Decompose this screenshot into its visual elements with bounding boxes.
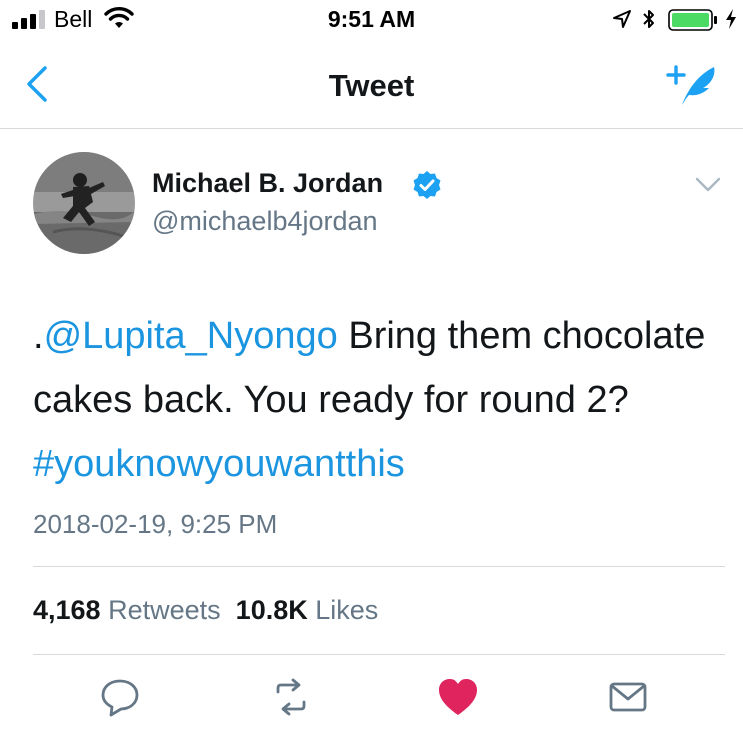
- likes-label: Likes: [315, 595, 379, 625]
- author-handle[interactable]: @michaelb4jordan: [152, 206, 378, 237]
- tweet-actions: [0, 674, 743, 724]
- charging-icon: [726, 9, 736, 29]
- avatar[interactable]: [33, 152, 135, 254]
- reply-icon[interactable]: [97, 674, 143, 720]
- retweets-label: Retweets: [108, 595, 221, 625]
- divider: [33, 654, 725, 655]
- location-icon: [613, 10, 631, 28]
- verified-badge-icon: [413, 171, 441, 199]
- chevron-down-icon[interactable]: [694, 176, 722, 194]
- retweets-count: 4,168: [33, 595, 101, 625]
- battery-icon: [668, 9, 717, 31]
- retweet-icon[interactable]: [268, 674, 314, 720]
- status-bar: Bell 9:51 AM: [0, 0, 743, 40]
- likes-count: 10.8K: [235, 595, 308, 625]
- likes-stat[interactable]: 10.8K Likes: [236, 595, 379, 625]
- retweets-stat[interactable]: 4,168 Retweets: [33, 595, 221, 625]
- avatar-photo: [33, 152, 135, 254]
- compose-tweet-icon[interactable]: [664, 62, 720, 108]
- message-icon[interactable]: [605, 674, 651, 720]
- page-title: Tweet: [328, 68, 415, 103]
- mention-link[interactable]: @Lupita_Nyongo: [44, 315, 338, 357]
- tweet-timestamp: 2018-02-19, 9:25 PM: [33, 509, 278, 539]
- tweet-stats: 4,168 Retweets 10.8K Likes: [33, 595, 378, 626]
- hashtag-link[interactable]: #youknowyouwantthis: [33, 443, 405, 485]
- tweet-text: .@Lupita_Nyongo Bring them chocolate cak…: [33, 304, 713, 496]
- nav-bar: Tweet: [0, 44, 743, 129]
- tweet-text-prefix: .: [33, 315, 44, 357]
- divider: [33, 566, 725, 567]
- author-name[interactable]: Michael B. Jordan: [152, 168, 383, 199]
- like-icon[interactable]: [435, 674, 481, 720]
- bluetooth-icon: [643, 10, 654, 28]
